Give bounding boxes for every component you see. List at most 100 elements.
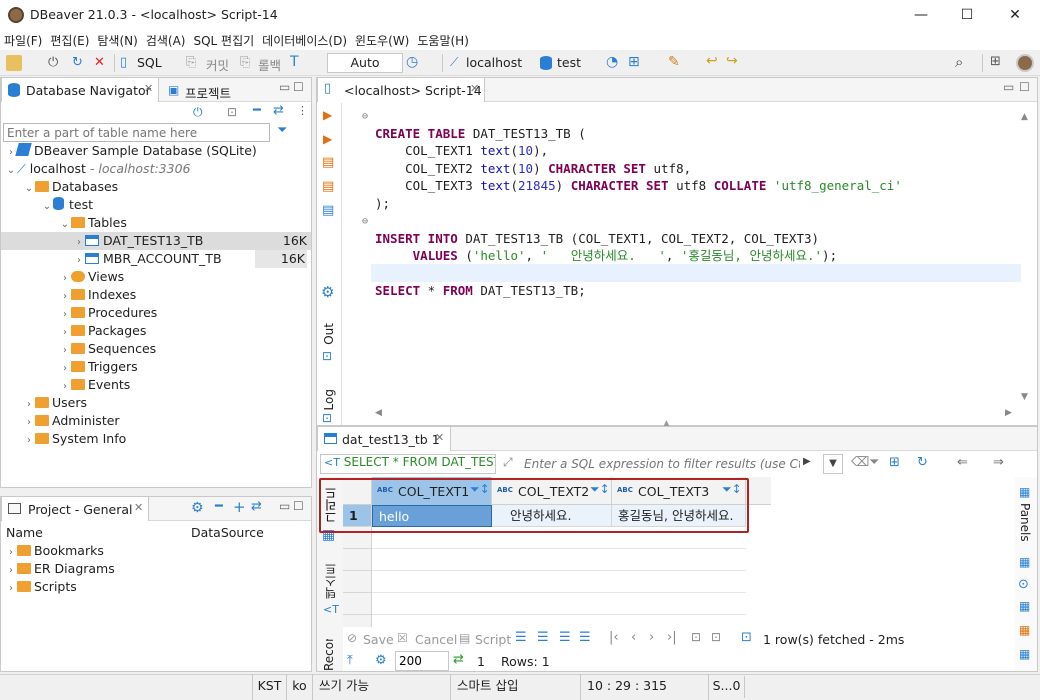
menu-file[interactable]: 파일(F) — [0, 30, 46, 49]
copy-row-icon[interactable]: ☰ — [559, 630, 571, 645]
query-text-box[interactable]: <T SELECT * FROM DAT_TEST1 — [320, 454, 496, 474]
disconnect-icon[interactable]: ✕ — [94, 55, 105, 70]
rollback-icon[interactable]: ⎘ — [240, 55, 250, 70]
transaction-mode-icon[interactable]: T — [290, 54, 299, 70]
menu-navigate[interactable]: 탐색(N) — [93, 30, 141, 49]
tree-item-administer[interactable]: › Administer — [23, 412, 120, 430]
new-connection-icon[interactable] — [6, 55, 22, 71]
results-filter-input[interactable] — [521, 454, 803, 474]
execute-statement-icon[interactable]: ▶ — [323, 108, 332, 122]
view-menu-icon[interactable]: ⋮ — [297, 104, 308, 117]
menu-help[interactable]: 도움말(H) — [413, 30, 473, 49]
active-schema[interactable]: test — [557, 55, 581, 70]
search-icon[interactable]: ⌕ — [955, 53, 963, 71]
project-item-bookmarks[interactable]: › Bookmarks — [5, 542, 104, 560]
scroll-left-icon[interactable]: ◀ — [375, 408, 382, 418]
tab-results[interactable]: dat_test13_tb 1 ✕ — [317, 426, 451, 451]
tree-item-mbr-account-tb[interactable]: › MBR_ACCOUNT_TB 16K — [1, 250, 311, 268]
column-header-datasource[interactable]: DataSource — [191, 525, 264, 540]
fetch-next-icon[interactable]: ⊡ — [691, 630, 701, 644]
tree-item-views[interactable]: › Views — [59, 268, 124, 286]
new-connection-small-icon[interactable]: ⏻ — [193, 105, 203, 120]
filter-dropdown-icon[interactable]: ▼ — [823, 454, 843, 474]
collapse-all-icon[interactable]: ━ — [253, 103, 261, 118]
refresh-results-icon[interactable]: ⇄ — [453, 652, 464, 667]
value-panel-icon[interactable]: ▦ — [1019, 555, 1030, 569]
tab-database-navigator[interactable]: Database Navigator ✕ — [1, 77, 159, 102]
add-row-icon[interactable]: ☰ — [537, 630, 549, 645]
panels-icon[interactable]: ▦ — [1019, 485, 1030, 499]
fetch-settings-icon[interactable]: ⚙ — [375, 653, 387, 668]
expand-filter-icon[interactable]: ⤢ — [503, 455, 513, 470]
tree-item-packages[interactable]: › Packages — [59, 322, 146, 340]
record-view-tab[interactable]: Record — [322, 639, 336, 671]
tree-item-system-info[interactable]: › System Info — [23, 430, 126, 448]
tools-icon[interactable]: ✎ — [668, 54, 680, 70]
save-button[interactable]: Save — [363, 632, 394, 647]
scroll-up-icon[interactable]: ▲ — [1021, 112, 1028, 122]
project-item-er-diagrams[interactable]: › ER Diagrams — [5, 560, 115, 578]
maximize-panel-icon[interactable]: ☐ — [1019, 80, 1030, 94]
execute-script-icon[interactable]: ▤ — [322, 155, 334, 170]
calc-panel-icon[interactable]: ▦ — [1019, 623, 1030, 637]
dbeaver-perspective-icon[interactable] — [1016, 54, 1034, 72]
editor-settings-icon[interactable]: ⚙ — [321, 283, 334, 301]
link-icon[interactable]: ⇄ — [251, 499, 262, 514]
tree-item-databases[interactable]: ⌄ Databases — [23, 178, 118, 196]
minimize-panel-icon[interactable]: ▭ — [279, 80, 290, 94]
tree-item-triggers[interactable]: › Triggers — [59, 358, 138, 376]
fold-icon[interactable]: ⊖ — [362, 108, 368, 126]
cancel-icon[interactable]: ☒ — [397, 631, 408, 645]
next-page-icon[interactable]: › — [649, 630, 654, 645]
text-view-tab[interactable]: 텍스트 — [322, 563, 339, 599]
minimize-panel-icon[interactable]: ▭ — [1003, 80, 1014, 94]
menu-sql-editor[interactable]: SQL 편집기 — [189, 30, 258, 49]
close-tab-icon[interactable]: ✕ — [470, 82, 479, 95]
filter-columns-icon[interactable]: ⊞ — [889, 455, 900, 470]
menu-edit[interactable]: 편집(E) — [46, 30, 93, 49]
upload-icon[interactable]: ⤒ — [347, 653, 353, 668]
sql-code-area[interactable]: ⊖ ⊖ CREATE TABLE DAT_TEST13_TB ( COL_TEX… — [343, 103, 1021, 408]
connect-icon[interactable]: ⏻ — [48, 55, 58, 70]
tree-item-dat-test13-tb[interactable]: › DAT_TEST13_TB 16K — [1, 232, 311, 250]
panels-tab[interactable]: Panels — [1018, 503, 1032, 542]
execute-script-new-tab-icon[interactable]: ▤ — [322, 179, 334, 194]
metadata-panel-icon[interactable]: ⊙ — [1018, 577, 1029, 592]
scroll-right-icon[interactable]: ▶ — [1005, 408, 1012, 418]
tab-projects[interactable]: 프로젝트 — [185, 83, 231, 102]
grouping-panel-icon[interactable]: ▦ — [1019, 599, 1030, 613]
close-tab-icon[interactable]: ✕ — [144, 82, 153, 95]
fold-icon[interactable]: ⊖ — [362, 213, 368, 231]
prev-page-icon[interactable]: ‹ — [631, 630, 636, 645]
scroll-down-icon[interactable]: ▼ — [1021, 392, 1028, 402]
active-datasource[interactable]: localhost — [466, 55, 522, 70]
forward-icon[interactable]: ↪ — [726, 53, 738, 69]
cancel-button[interactable]: Cancel — [415, 632, 457, 647]
tree-item-indexes[interactable]: › Indexes — [59, 286, 136, 304]
tree-item-procedures[interactable]: › Procedures — [59, 304, 157, 322]
references-panel-icon[interactable]: ▦ — [1019, 647, 1030, 661]
first-page-icon[interactable]: |‹ — [609, 630, 619, 645]
close-tab-icon[interactable]: ✕ — [134, 501, 143, 514]
table-filter-input[interactable] — [3, 123, 270, 142]
sql-editor-icon[interactable]: ▯ — [120, 55, 127, 70]
close-button[interactable]: ✕ — [992, 0, 1038, 30]
collapse-icon[interactable]: ━ — [215, 499, 223, 514]
fetch-size-input[interactable] — [395, 651, 449, 671]
commit-button[interactable]: 커밋 — [206, 55, 229, 74]
output-tab[interactable]: Out — [322, 323, 336, 345]
tree-item-sequences[interactable]: › Sequences — [59, 340, 156, 358]
menu-search[interactable]: 검색(A) — [142, 30, 190, 49]
tree-item-sample-db[interactable]: › DBeaver Sample Database (SQLite) — [5, 142, 257, 160]
er-icon[interactable]: ⊞ — [628, 54, 640, 70]
project-item-scripts[interactable]: › Scripts — [5, 578, 77, 596]
commit-mode-box[interactable]: Auto — [327, 53, 403, 73]
column-header-name[interactable]: Name — [6, 525, 43, 540]
add-icon[interactable]: + — [233, 498, 246, 516]
dashboard-icon[interactable]: ◔ — [606, 54, 618, 70]
explain-plan-icon[interactable]: ▤ — [322, 203, 334, 218]
back-icon[interactable]: ↩ — [706, 53, 718, 69]
back-icon[interactable]: ⇐ — [957, 455, 968, 470]
minimize-button[interactable]: — — [898, 0, 944, 30]
refresh-icon[interactable]: ↻ — [917, 455, 928, 470]
